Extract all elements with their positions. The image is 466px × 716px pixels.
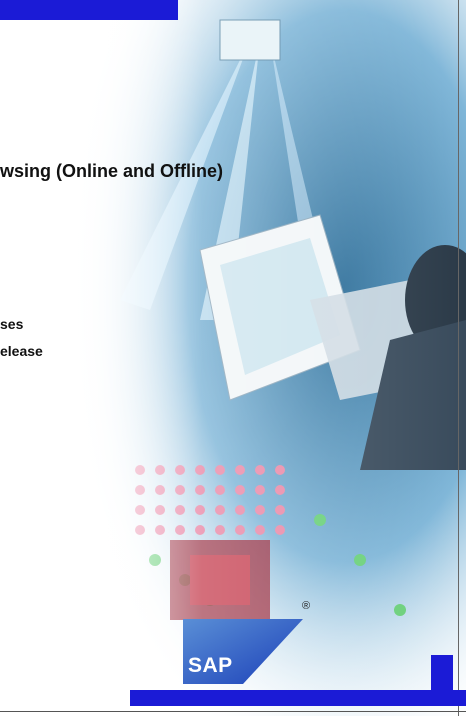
- title-slide: wsing (Online and Offline) ses elease SA…: [0, 0, 466, 716]
- top-accent-bar: [0, 0, 178, 20]
- sap-logo-text: SAP: [188, 654, 233, 677]
- right-border-line: [458, 0, 459, 716]
- subtitle-line-2: elease: [0, 343, 43, 359]
- slide-title: wsing (Online and Offline): [0, 161, 223, 181]
- subtitle-line-1: ses: [0, 316, 24, 332]
- bottom-border-line: [0, 711, 466, 712]
- registered-mark: ®: [302, 600, 311, 612]
- bottom-accent-bar: [130, 690, 466, 706]
